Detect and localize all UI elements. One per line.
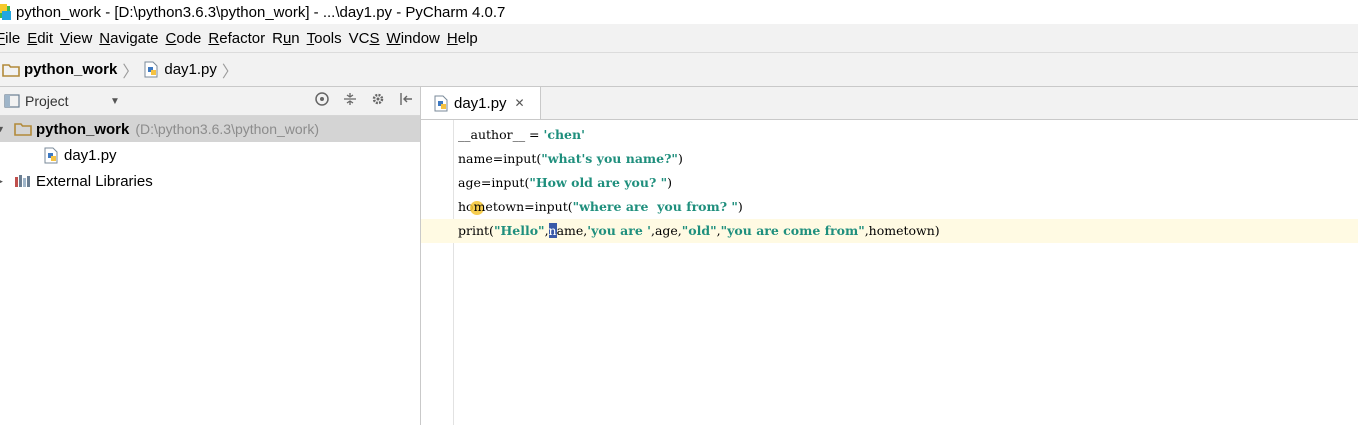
scroll-from-source-icon[interactable] — [314, 91, 330, 107]
code-token: name=input( — [458, 151, 542, 166]
window-title: python_work - [D:\python3.6.3\python_wor… — [16, 3, 506, 21]
menu-file[interactable]: File — [0, 30, 20, 47]
project-panel: Project ▼ ▼ python_work (D:\python3.6.3\… — [0, 87, 421, 425]
code-token: ) — [667, 175, 673, 190]
code-token: , — [544, 223, 549, 238]
menu-bar: File Edit View Navigate Code Refactor Run Tools… — [0, 24, 1358, 53]
string-literal: 'you are ' — [587, 223, 651, 238]
breadcrumb-separator: 〉 — [122, 63, 139, 81]
menu-refactor[interactable]: Refactor — [208, 30, 265, 47]
tab-day1-py[interactable]: day1.py ✕ — [421, 87, 541, 119]
code-line[interactable]: ho metown=input("where are you from? ") — [458, 195, 1358, 219]
tree-item-label: day1.py — [64, 146, 117, 164]
library-icon — [15, 175, 30, 187]
tree-item-project-root[interactable]: ▼ python_work (D:\python3.6.3\python_wor… — [0, 116, 420, 142]
menu-run[interactable]: Run — [272, 30, 300, 47]
code-token: ) — [677, 151, 683, 166]
menu-edit[interactable]: Edit — [27, 30, 53, 47]
code-token: age=input( — [458, 175, 530, 190]
string-literal: "old" — [681, 223, 717, 238]
editor-gutter[interactable] — [421, 120, 454, 425]
string-literal: "Hello" — [493, 223, 545, 238]
breadcrumb-project[interactable]: python_work — [2, 61, 117, 78]
tab-label: day1.py — [454, 94, 507, 112]
expand-arrow-icon[interactable]: ▼ — [0, 124, 6, 134]
close-icon[interactable]: ✕ — [515, 96, 525, 110]
menu-code[interactable]: Code — [166, 30, 202, 47]
pycharm-app-icon — [0, 4, 11, 20]
code-line[interactable]: name=input("what's you name?") — [458, 147, 1358, 171]
tree-item-label: External Libraries — [36, 172, 153, 190]
folder-icon — [2, 63, 20, 77]
collapse-all-icon[interactable] — [342, 91, 358, 107]
project-panel-header: Project ▼ — [0, 87, 420, 116]
breadcrumb-file-label: day1.py — [164, 61, 217, 78]
tree-item-label: python_work — [36, 120, 130, 138]
code-token: metown=input( — [473, 199, 573, 214]
hide-panel-icon[interactable] — [398, 91, 414, 107]
string-literal: "where are you from? " — [572, 199, 738, 214]
project-view-icon — [4, 94, 20, 108]
code-token: __author__ = — [458, 127, 544, 142]
code-token: ame, — [556, 223, 588, 238]
code-token: ) — [737, 199, 743, 214]
editor-area: day1.py ✕ __author__ = 'chen' name=input(… — [421, 87, 1358, 425]
string-literal: 'chen' — [543, 127, 585, 142]
string-literal: "what's you name?" — [541, 151, 678, 166]
string-literal: "you are come from" — [720, 223, 865, 238]
code-line[interactable]: print("Hello",name,'you are ',age,"old",… — [421, 219, 1358, 243]
code-editor[interactable]: __author__ = 'chen' name=input("what's yo… — [421, 123, 1358, 243]
menu-tools[interactable]: Tools — [307, 30, 342, 47]
code-token: ,hometown) — [864, 223, 940, 238]
tree-item-path: (D:\python3.6.3\python_work) — [135, 121, 319, 137]
gear-icon[interactable] — [370, 91, 386, 107]
project-view-selector[interactable]: Project — [4, 93, 69, 109]
tree-item-external-libraries[interactable]: ▶ External Libraries — [0, 168, 420, 194]
window-titlebar: python_work - [D:\python3.6.3\python_wor… — [0, 0, 1358, 24]
chevron-down-icon[interactable]: ▼ — [110, 96, 120, 107]
code-line[interactable]: age=input("How old are you? ") — [458, 171, 1358, 195]
breadcrumb-project-label: python_work — [24, 61, 118, 78]
project-panel-title: Project — [25, 93, 69, 109]
tree-item-day1-py[interactable]: day1.py — [0, 142, 420, 168]
expand-arrow-icon[interactable]: ▶ — [0, 176, 6, 187]
menu-navigate[interactable]: Navigate — [99, 30, 158, 47]
code-token: ,age, — [650, 223, 682, 238]
breadcrumb-separator-trailing: 〉 — [221, 63, 238, 81]
folder-icon — [14, 123, 32, 136]
breadcrumb: python_work 〉 day1.py 〉 — [0, 53, 1358, 87]
breadcrumb-file[interactable]: day1.py — [143, 61, 217, 78]
code-line[interactable]: __author__ = 'chen' — [458, 123, 1358, 147]
python-file-icon — [144, 61, 158, 78]
python-file-icon — [434, 95, 448, 111]
text-caret: n — [548, 223, 557, 238]
menu-vcs[interactable]: VCS — [349, 30, 380, 47]
editor-tabbar: day1.py ✕ — [421, 87, 1358, 120]
menu-help[interactable]: Help — [447, 30, 478, 47]
python-file-icon — [44, 147, 58, 163]
string-literal: "How old are you? " — [529, 175, 668, 190]
menu-view[interactable]: View — [60, 30, 92, 47]
project-tree: ▼ python_work (D:\python3.6.3\python_wor… — [0, 116, 420, 194]
code-token: print( — [458, 223, 494, 238]
menu-window[interactable]: Window — [387, 30, 440, 47]
